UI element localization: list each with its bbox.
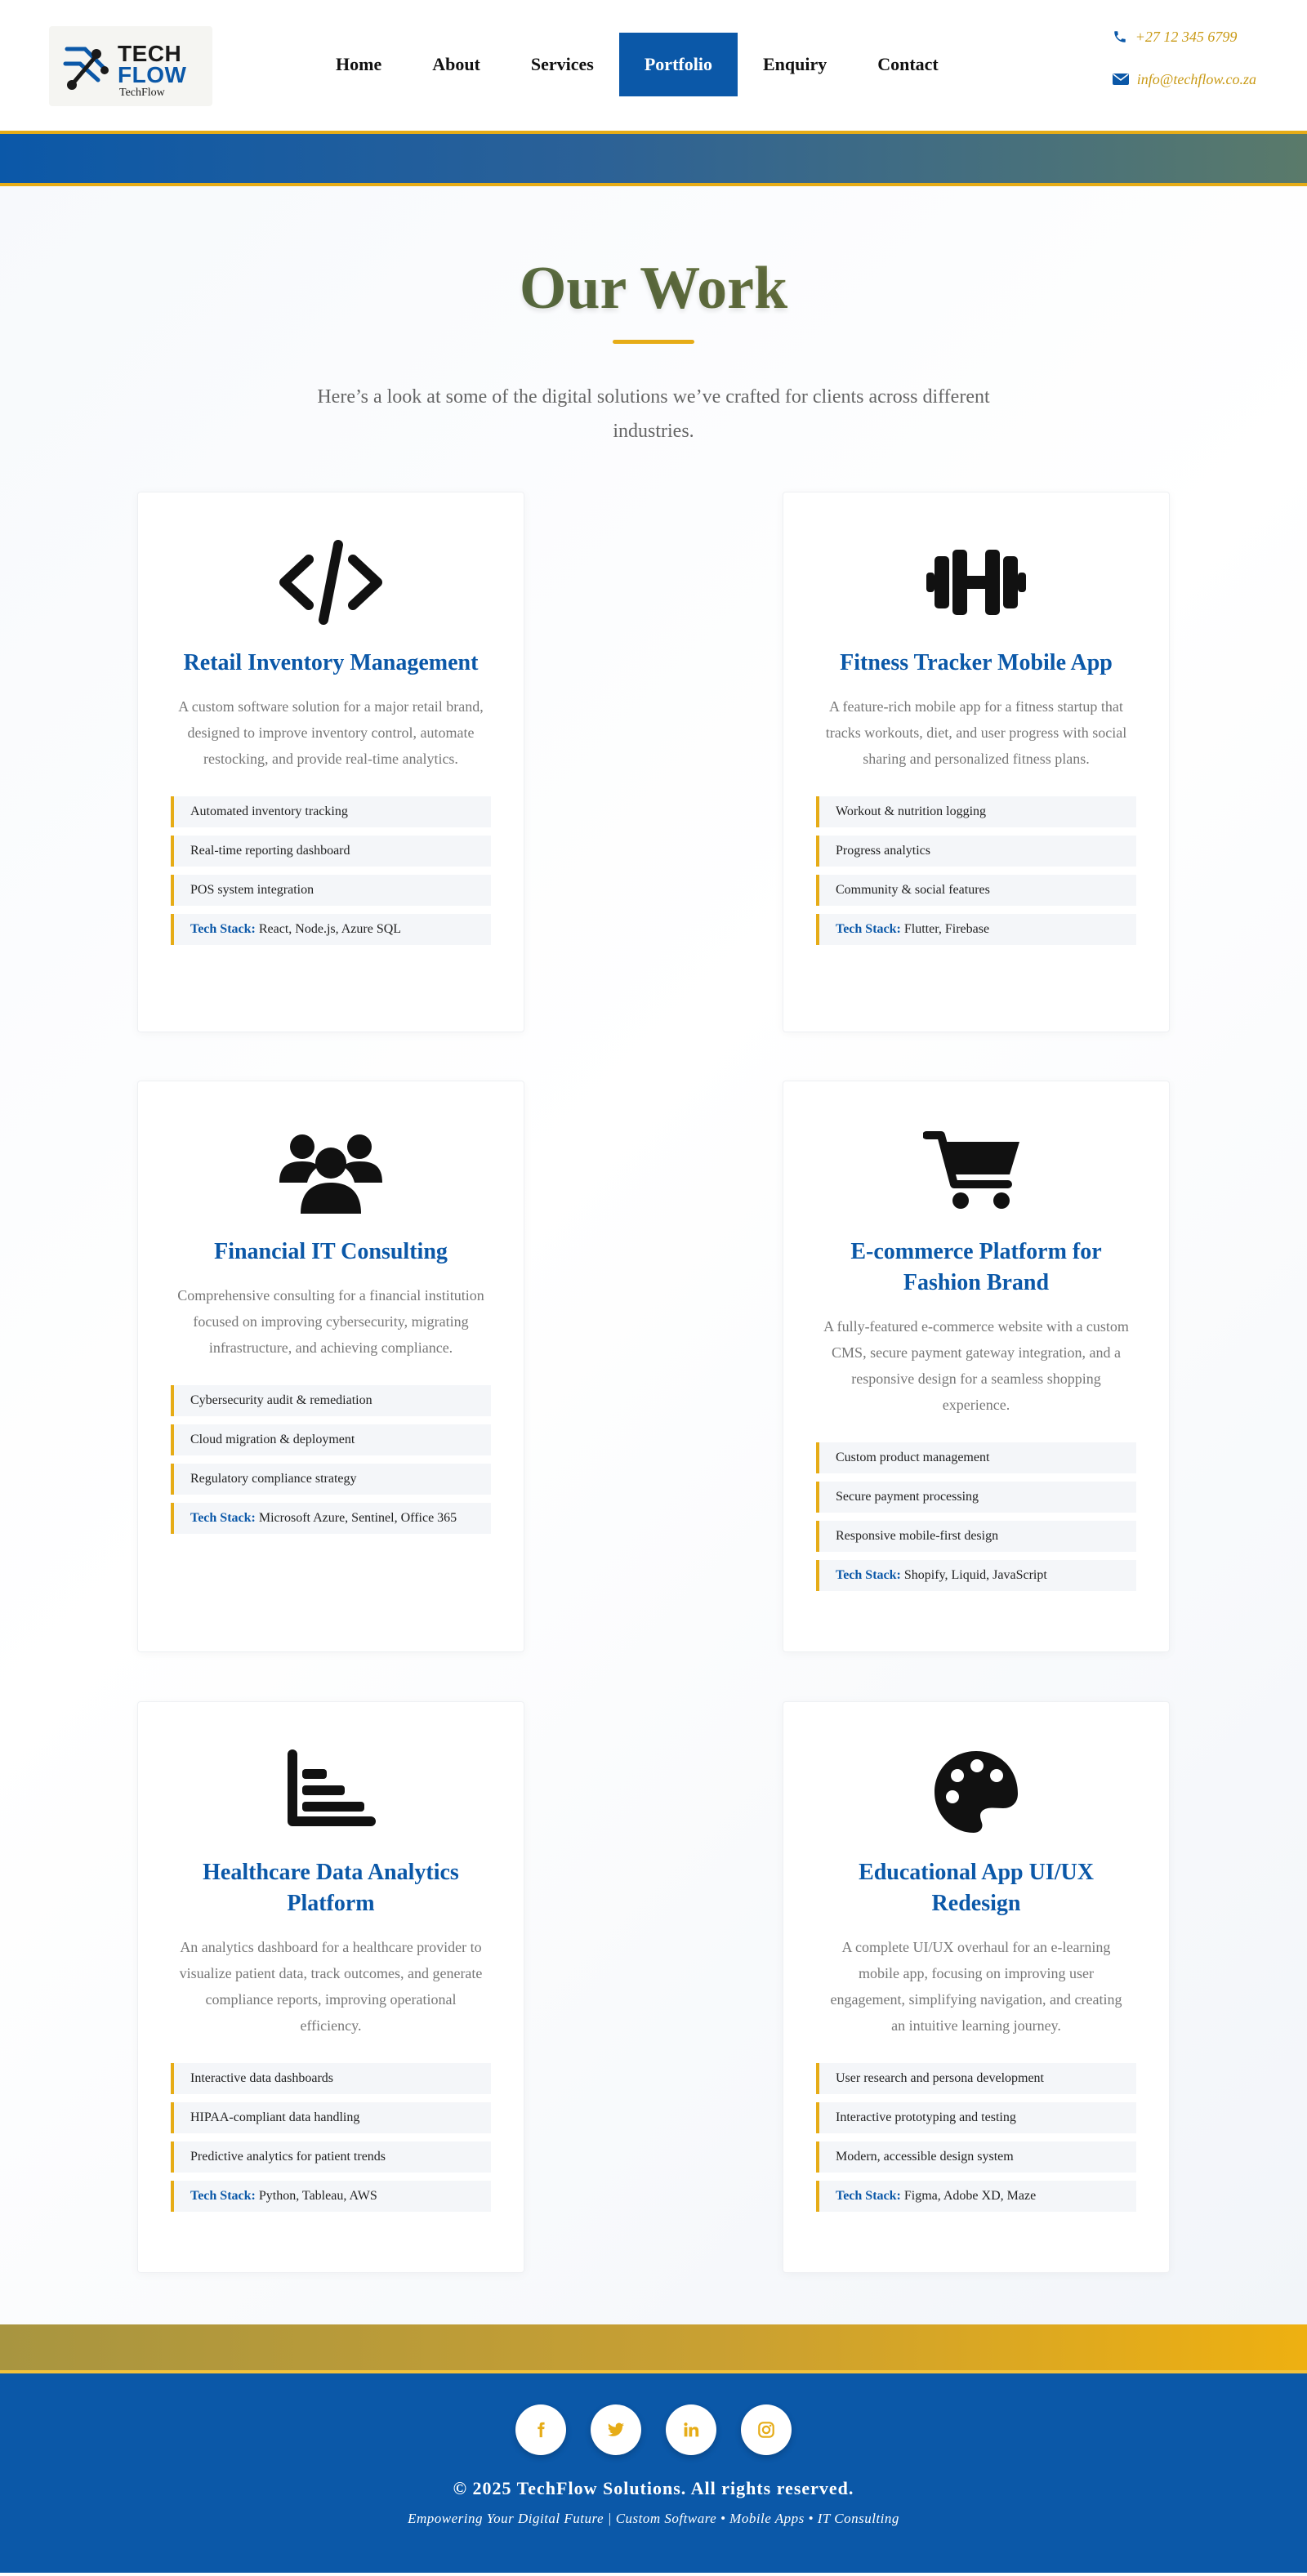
- tech-stack-label: Tech Stack:: [190, 2189, 256, 2203]
- feature-item: Secure payment processing: [816, 1482, 1136, 1513]
- project-card: Retail Inventory Management A custom sof…: [137, 492, 524, 1032]
- feature-item: Progress analytics: [816, 836, 1136, 867]
- copyright-text: © 2025 TechFlow Solutions. All rights re…: [453, 2478, 854, 2498]
- phone-contact[interactable]: +27 12 345 6799: [1113, 26, 1256, 47]
- feature-item: Workout & nutrition logging: [816, 796, 1136, 827]
- tech-stack-item: Tech Stack: Shopify, Liquid, JavaScript: [816, 1560, 1136, 1591]
- project-title: Financial IT Consulting: [214, 1239, 448, 1264]
- nav-item-enquiry[interactable]: Enquiry: [738, 33, 852, 96]
- tech-stack-item: Tech Stack: React, Node.js, Azure SQL: [171, 914, 491, 945]
- email-address: info@techflow.co.za: [1136, 70, 1256, 87]
- tech-stack-item: Tech Stack: Figma, Adobe XD, Maze: [816, 2181, 1136, 2212]
- logo-text-flow: FLOW: [118, 62, 187, 87]
- facebook-icon[interactable]: [515, 2404, 566, 2455]
- project-title: Retail Inventory Management: [183, 650, 479, 675]
- hero-banner-strip: [0, 134, 1307, 186]
- tech-stack-value: React, Node.js, Azure SQL: [258, 922, 402, 936]
- tech-stack-label: Tech Stack:: [836, 1568, 901, 1582]
- site-footer: © 2025 TechFlow Solutions. All rights re…: [0, 2373, 1307, 2573]
- project-card: Educational App UI/UX Redesign A complet…: [783, 1701, 1170, 2273]
- tech-stack-value: Flutter, Firebase: [903, 922, 990, 936]
- project-card: Fitness Tracker Mobile App A feature-ric…: [783, 492, 1170, 1032]
- feature-item: HIPAA-compliant data handling: [171, 2102, 491, 2133]
- feature-item: Interactive prototyping and testing: [816, 2102, 1136, 2133]
- feature-list: Automated inventory tracking Real-time r…: [171, 796, 491, 945]
- feature-item: Automated inventory tracking: [171, 796, 491, 827]
- tech-stack-value: Microsoft Azure, Sentinel, Office 365: [258, 1511, 457, 1525]
- logo[interactable]: TECH FLOW TechFlow: [49, 26, 212, 106]
- site-header: TECH FLOW TechFlow Home About Services P…: [0, 0, 1307, 134]
- project-card: Healthcare Data Analytics Platform An an…: [137, 1701, 524, 2273]
- shopping-cart-icon: [816, 1129, 1136, 1214]
- users-icon: [171, 1129, 491, 1214]
- project-card: E-commerce Platform for Fashion Brand A …: [783, 1081, 1170, 1652]
- project-description: Comprehensive consulting for a financial…: [177, 1287, 484, 1356]
- bar-chart-icon: [171, 1749, 491, 1834]
- feature-item: Regulatory compliance strategy: [171, 1464, 491, 1495]
- feature-list: User research and persona development In…: [816, 2063, 1136, 2212]
- feature-item: Predictive analytics for patient trends: [171, 2141, 491, 2173]
- tech-stack-item: Tech Stack: Flutter, Firebase: [816, 914, 1136, 945]
- feature-item: POS system integration: [171, 875, 491, 906]
- nav-item-contact[interactable]: Contact: [852, 33, 964, 96]
- envelope-icon: [1112, 73, 1129, 86]
- project-description: A feature-rich mobile app for a fitness …: [825, 698, 1127, 767]
- project-title: Fitness Tracker Mobile App: [840, 650, 1113, 675]
- social-links: [0, 2404, 1307, 2455]
- feature-list: Cybersecurity audit & remediation Cloud …: [171, 1385, 491, 1534]
- intro-text: Here’s a look at some of the digital sol…: [317, 386, 990, 442]
- project-description: A custom software solution for a major r…: [178, 698, 484, 767]
- nav-item-portfolio[interactable]: Portfolio: [618, 33, 738, 96]
- feature-item: Real-time reporting dashboard: [171, 836, 491, 867]
- logo-subtext: TechFlow: [119, 87, 165, 99]
- email-contact[interactable]: info@techflow.co.za: [1112, 69, 1256, 90]
- main-nav: Home About Services Portfolio Enquiry Co…: [310, 33, 964, 96]
- twitter-icon[interactable]: [591, 2404, 641, 2455]
- feature-item: Modern, accessible design system: [816, 2141, 1136, 2173]
- project-title: E-commerce Platform for Fashion Brand: [850, 1239, 1102, 1295]
- nav-item-services[interactable]: Services: [506, 33, 619, 96]
- feature-item: Cloud migration & deployment: [171, 1424, 491, 1455]
- project-description: A complete UI/UX overhaul for an e-learn…: [830, 1939, 1122, 2034]
- linkedin-icon[interactable]: [666, 2404, 716, 2455]
- project-description: An analytics dashboard for a healthcare …: [179, 1939, 483, 2034]
- tech-stack-item: Tech Stack: Microsoft Azure, Sentinel, O…: [171, 1503, 491, 1534]
- nav-item-about[interactable]: About: [407, 33, 506, 96]
- nav-item-home[interactable]: Home: [310, 33, 407, 96]
- code-icon: [171, 540, 491, 625]
- feature-item: Interactive data dashboards: [171, 2063, 491, 2094]
- tech-stack-label: Tech Stack:: [190, 922, 256, 936]
- feature-list: Interactive data dashboards HIPAA-compli…: [171, 2063, 491, 2212]
- title-underline: [613, 340, 694, 344]
- footer-tagline: Empowering Your Digital Future | Custom …: [408, 2511, 899, 2526]
- palette-icon: [816, 1749, 1136, 1834]
- phone-icon: [1113, 29, 1127, 44]
- project-title: Educational App UI/UX Redesign: [859, 1860, 1094, 1916]
- tech-stack-value: Shopify, Liquid, JavaScript: [903, 1568, 1047, 1582]
- feature-item: Custom product management: [816, 1442, 1136, 1473]
- logo-circuit-icon: [63, 47, 109, 90]
- tech-stack-label: Tech Stack:: [190, 1511, 256, 1525]
- tech-stack-label: Tech Stack:: [836, 2189, 901, 2203]
- page-title: Our Work: [0, 252, 1307, 325]
- feature-item: Community & social features: [816, 875, 1136, 906]
- header-contact: +27 12 345 6799 info@techflow.co.za: [1112, 26, 1256, 111]
- tech-stack-label: Tech Stack:: [836, 922, 901, 936]
- project-card: Financial IT Consulting Comprehensive co…: [137, 1081, 524, 1652]
- feature-list: Custom product management Secure payment…: [816, 1442, 1136, 1591]
- dumbbell-icon: [816, 540, 1136, 625]
- project-title: Healthcare Data Analytics Platform: [203, 1860, 459, 1916]
- phone-number: +27 12 345 6799: [1135, 28, 1238, 45]
- footer-accent-band: [0, 2324, 1307, 2373]
- portfolio-section: Our Work Here’s a look at some of the di…: [0, 186, 1307, 2324]
- project-description: A fully-featured e-commerce website with…: [823, 1318, 1129, 1413]
- tech-stack-value: Figma, Adobe XD, Maze: [903, 2189, 1037, 2203]
- feature-item: Responsive mobile-first design: [816, 1521, 1136, 1552]
- tech-stack-item: Tech Stack: Python, Tableau, AWS: [171, 2181, 491, 2212]
- feature-list: Workout & nutrition logging Progress ana…: [816, 796, 1136, 945]
- tech-stack-value: Python, Tableau, AWS: [258, 2189, 377, 2203]
- feature-item: Cybersecurity audit & remediation: [171, 1385, 491, 1416]
- feature-item: User research and persona development: [816, 2063, 1136, 2094]
- instagram-icon[interactable]: [741, 2404, 792, 2455]
